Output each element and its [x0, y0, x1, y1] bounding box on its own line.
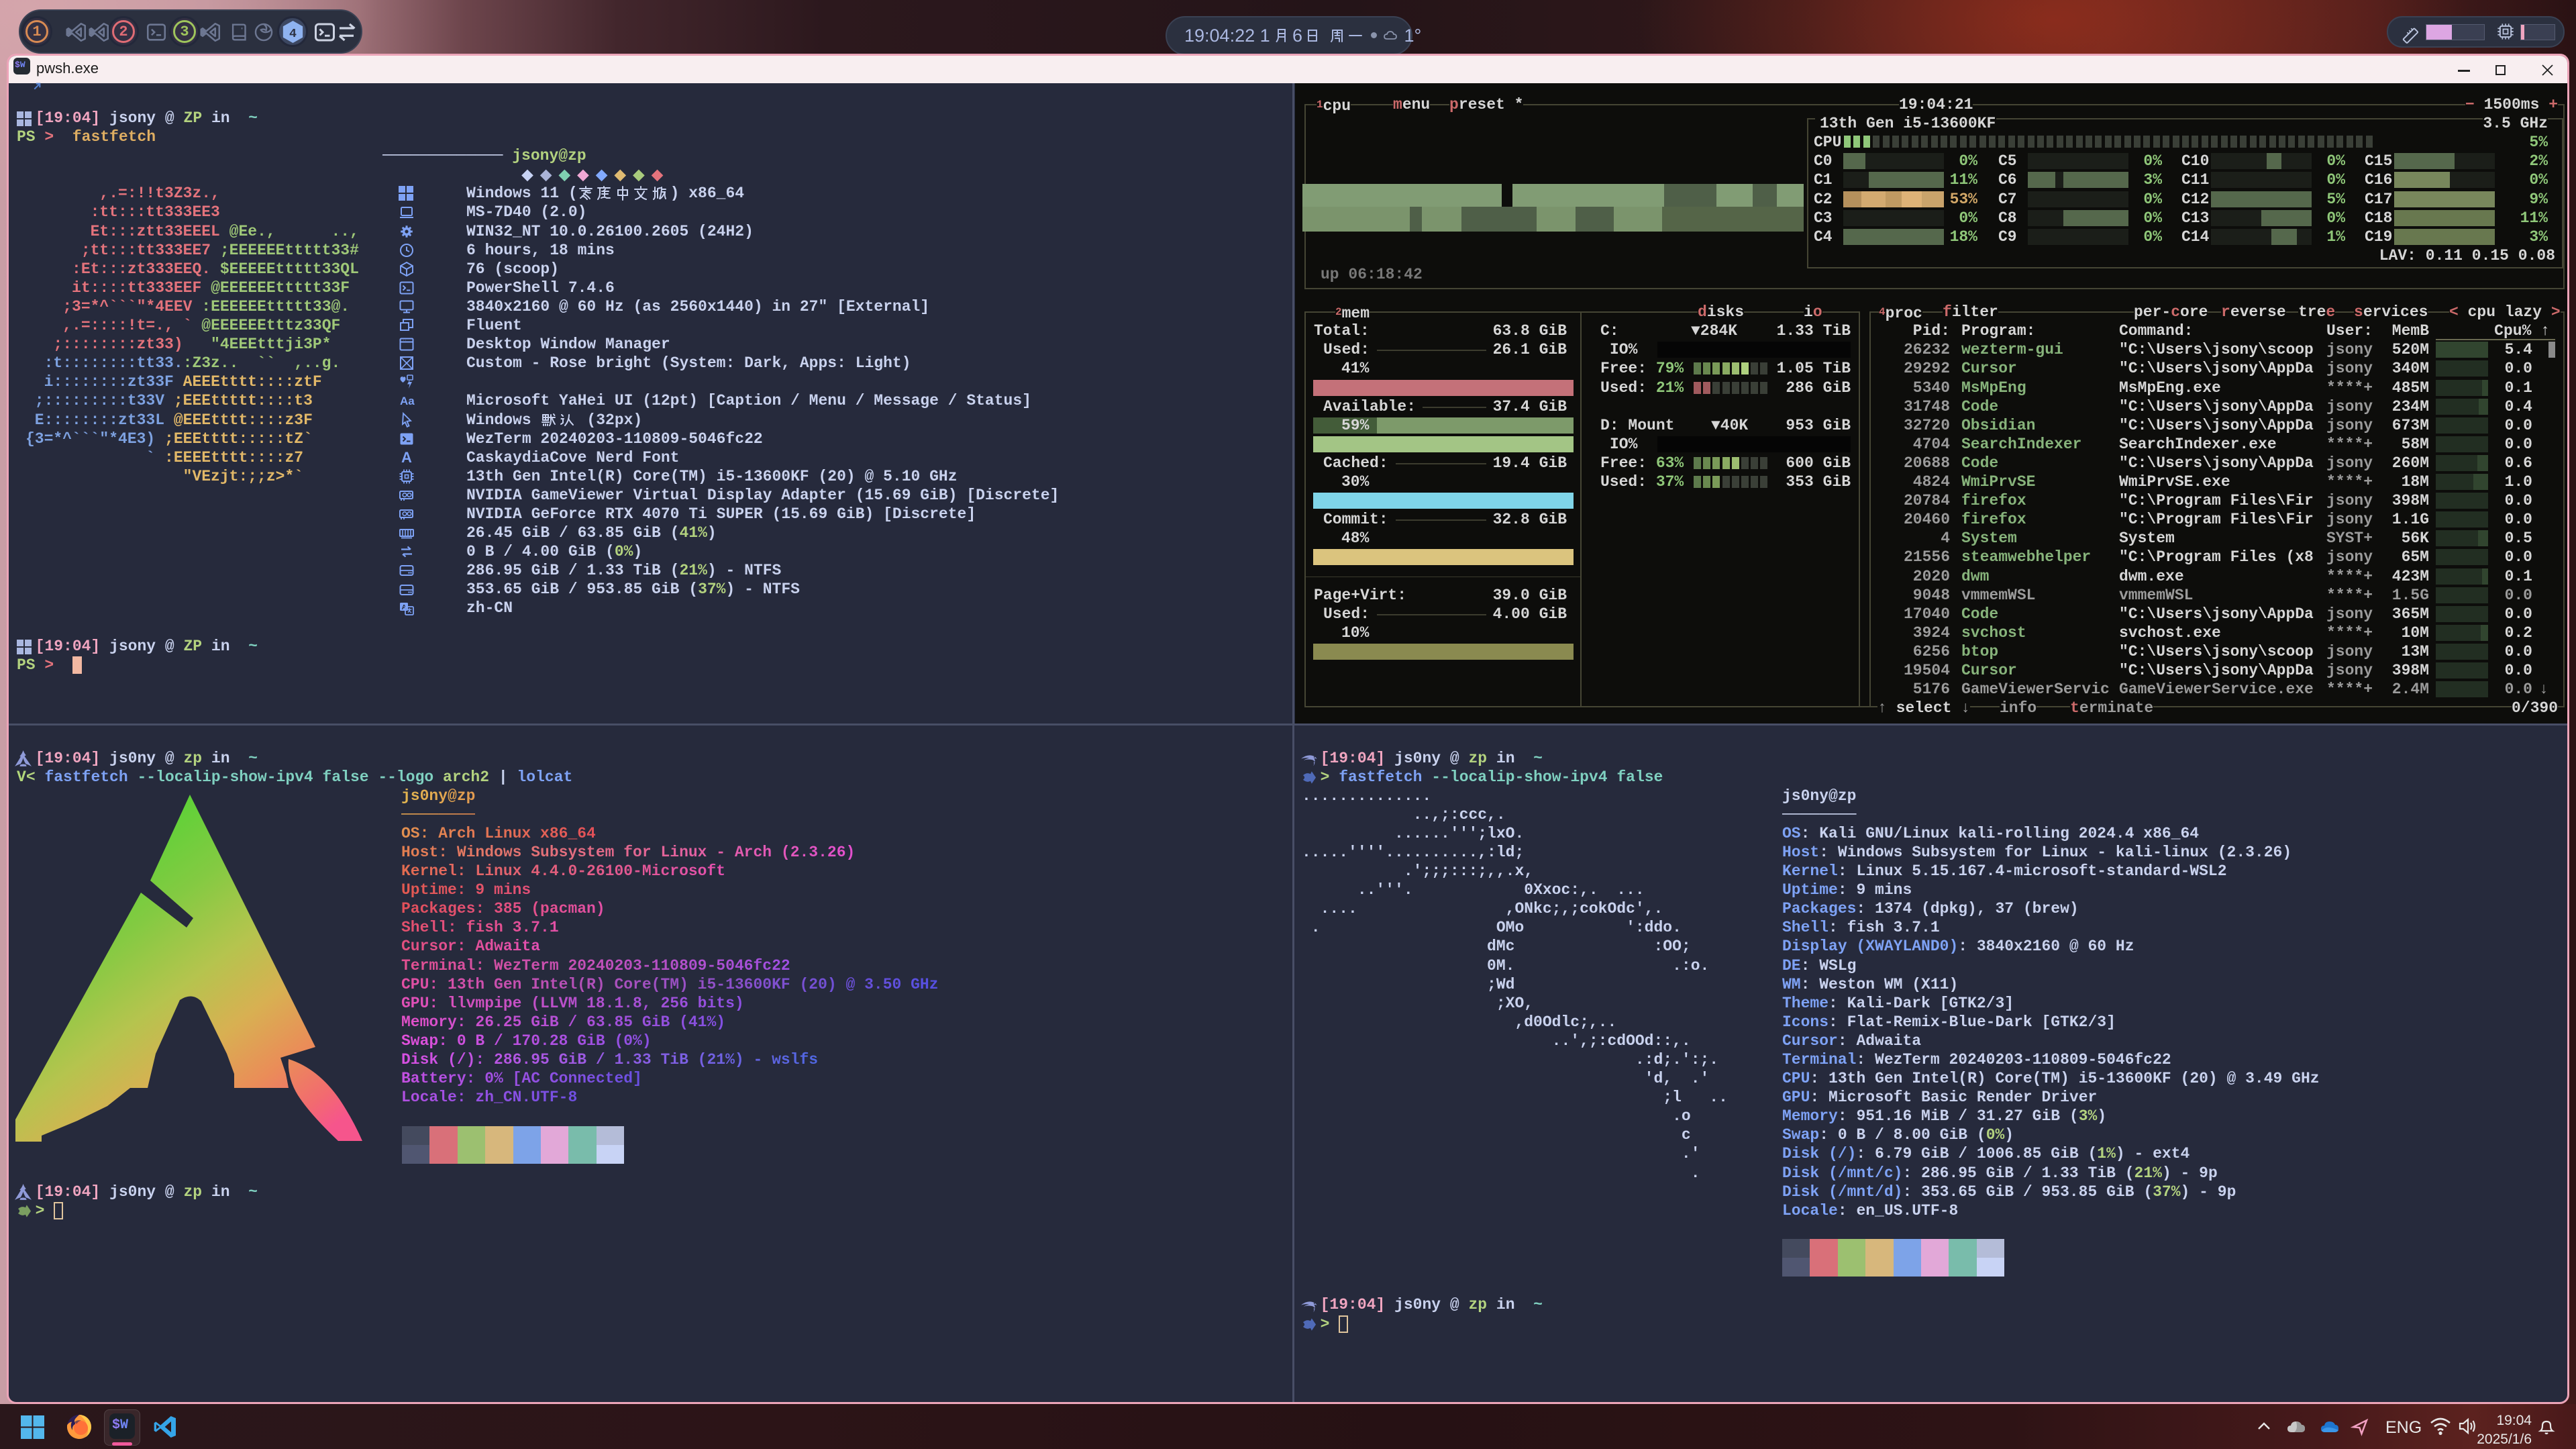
svg-text:Aa: Aa — [400, 395, 415, 407]
svg-text:A: A — [401, 449, 412, 466]
